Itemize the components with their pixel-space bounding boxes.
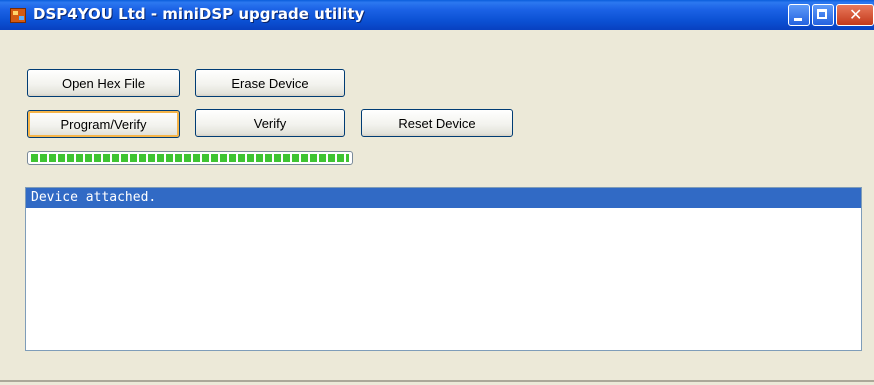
status-divider: [0, 380, 874, 382]
window-title: DSP4YOU Ltd - miniDSP upgrade utility: [33, 5, 365, 23]
minimize-icon: [794, 18, 802, 21]
maximize-button[interactable]: [812, 4, 834, 26]
open-hex-file-button[interactable]: Open Hex File: [27, 69, 180, 97]
progress-bar: [27, 151, 353, 165]
reset-device-button[interactable]: Reset Device: [361, 109, 513, 137]
progress-fill: [31, 154, 349, 162]
maximize-icon: [817, 9, 827, 19]
erase-device-button[interactable]: Erase Device: [195, 69, 345, 97]
minimize-button[interactable]: [788, 4, 810, 26]
log-items: Device attached.: [26, 188, 861, 208]
app-icon[interactable]: [10, 8, 26, 23]
verify-button[interactable]: Verify: [195, 109, 345, 137]
log-listbox[interactable]: Device attached.: [25, 187, 862, 351]
log-list-item[interactable]: Device attached.: [26, 188, 861, 208]
main-window: DSP4YOU Ltd - miniDSP upgrade utility ✕ …: [0, 0, 874, 385]
title-bar[interactable]: DSP4YOU Ltd - miniDSP upgrade utility ✕: [0, 0, 874, 30]
close-icon: ✕: [849, 5, 863, 24]
close-button[interactable]: ✕: [836, 4, 874, 26]
program-verify-button[interactable]: Program/Verify: [27, 110, 180, 138]
